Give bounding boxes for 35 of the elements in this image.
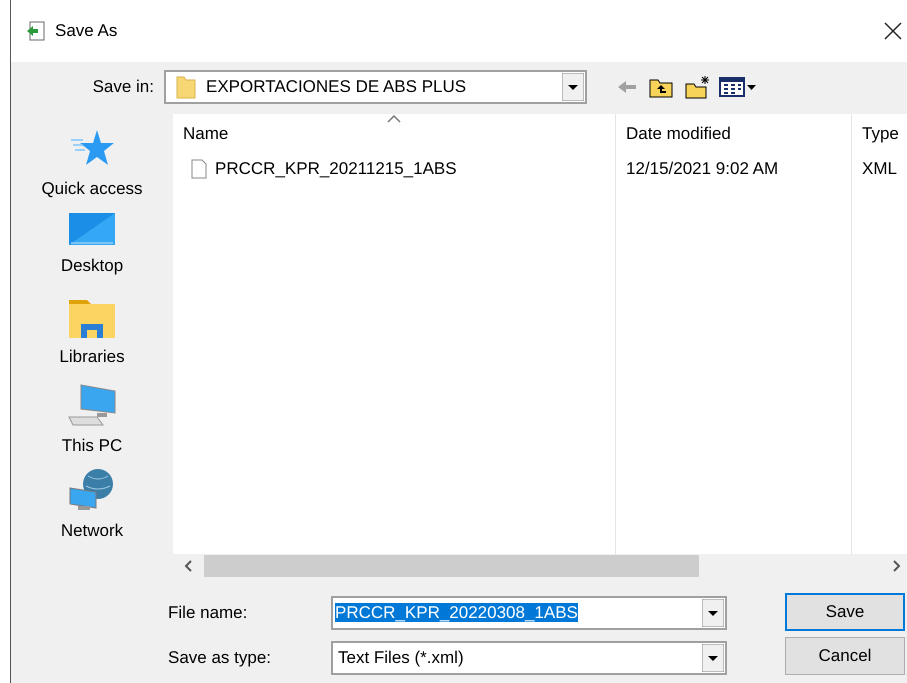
save-in-dropdown[interactable]: EXPORTACIONES DE ABS PLUS xyxy=(164,70,587,104)
save-in-label: Save in: xyxy=(92,76,155,98)
monitor-icon xyxy=(69,213,115,247)
folder-icon xyxy=(176,75,196,99)
column-header[interactable]: Name xyxy=(173,114,616,154)
sidebar-place[interactable]: Quick access xyxy=(27,128,157,213)
horizontal-scrollbar-thumb[interactable] xyxy=(204,555,699,577)
computer-icon xyxy=(67,383,117,427)
dialog-button[interactable]: Cancel xyxy=(785,637,905,675)
sidebar-place[interactable]: Desktop xyxy=(27,213,157,298)
file-name-field[interactable]: PRCCR_KPR_20220308_1ABS xyxy=(331,596,727,630)
dialog-button[interactable]: Save xyxy=(785,593,905,631)
close-icon[interactable] xyxy=(884,22,902,40)
save-as-type-label: Save as type: xyxy=(168,647,272,670)
new-folder-icon[interactable] xyxy=(685,75,711,99)
sort-caret-icon xyxy=(387,115,401,123)
network-icon xyxy=(68,468,116,512)
column-header[interactable]: Date modified xyxy=(616,114,852,154)
sidebar-place[interactable]: This PC xyxy=(27,383,157,468)
file-name[interactable]: PRCCR_KPR_20211215_1ABS xyxy=(215,156,457,182)
file-date: 12/15/2021 9:02 AM xyxy=(626,158,778,180)
sidebar-place[interactable]: Libraries xyxy=(27,298,157,383)
sidebar-place[interactable]: Network xyxy=(27,468,157,553)
dropdown-caret-icon[interactable] xyxy=(562,73,584,101)
file-icon xyxy=(191,159,207,179)
view-menu-icon[interactable] xyxy=(719,76,757,98)
folder-icon xyxy=(69,298,115,338)
dropdown-caret-icon[interactable] xyxy=(702,599,724,627)
file-type: XML xyxy=(862,158,897,180)
save-icon xyxy=(25,21,47,41)
window-title: Save As xyxy=(55,20,118,42)
file-name-label: File name: xyxy=(168,602,248,624)
dropdown-caret-icon[interactable] xyxy=(702,644,724,672)
save-as-type-dropdown[interactable]: Text Files (*.xml) xyxy=(331,641,727,675)
column-header[interactable]: Type xyxy=(852,114,907,154)
